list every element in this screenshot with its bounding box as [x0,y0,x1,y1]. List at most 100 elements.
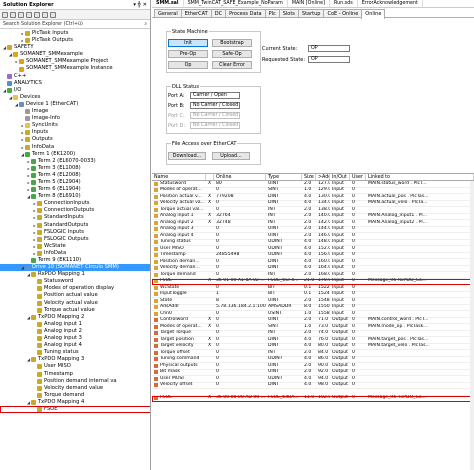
tree-item[interactable]: ▸ Term 3 (EL1008) [0,165,150,172]
device-tab[interactable]: General [154,9,182,17]
tree-item[interactable]: Term 9 (EK1110) [0,257,150,264]
tree-item[interactable]: ◢ Device 1 (EtherCAT) [0,101,150,108]
tree-item[interactable]: ▸ ConnectionOutputs [0,207,150,214]
tree-item[interactable]: ▸ InfoData [0,144,150,151]
column-header[interactable] [206,174,214,180]
tree-item[interactable]: ◢ TxPDO Mapping 3 [0,356,150,363]
tree-item[interactable]: Statusword [0,278,150,285]
document-tab[interactable]: Run.sds [330,0,358,7]
column-header[interactable]: Online [214,174,266,180]
tree-item[interactable]: Analog input 1 [0,321,150,328]
tree-item[interactable]: ▸ Outputs [0,136,150,143]
search-icon[interactable]: ⌕ [144,21,147,27]
tree-item[interactable]: Tuning status [0,349,150,356]
device-tab[interactable]: CoE - Online [323,9,363,17]
document-tab[interactable]: MAIN [Online] [288,0,331,7]
table-row[interactable]: FSOE X 36 00 00 00 AD 00 ... FSOE_64BA... 11… [152,395,474,402]
safe-op-button[interactable]: Safe-Op [212,50,252,58]
tree-item[interactable]: Position demand internal va [0,378,150,385]
explorer-title-controls[interactable]: ▾ ╬ ✕ [133,2,147,8]
tree-item[interactable]: Timestamp [0,371,150,378]
pre-op-button[interactable]: Pre-Op [168,50,208,58]
device-tab[interactable]: Startup [297,9,325,17]
tree-item[interactable]: Modes of operation display [0,285,150,292]
tree-item[interactable]: ◢ SAFETY [0,44,150,51]
tree-item[interactable]: Analog input 4 [0,342,150,349]
tree-item[interactable]: Image-Info [0,115,150,122]
tree-item[interactable]: ▸ PlcTask Inputs [0,30,150,37]
column-header[interactable]: User ID [350,174,366,180]
tree-item[interactable]: ◢ Devices [0,94,150,101]
device-tab[interactable]: EtherCAT [180,9,212,17]
tree-item[interactable]: FSOE [0,405,150,414]
tree-item[interactable]: ▸ SyncUnits [0,122,150,129]
column-header[interactable]: Type [266,174,302,180]
tree-item[interactable]: Torque demand [0,392,150,399]
bootstrap-button[interactable]: Bootstrap [212,39,252,47]
tree-item[interactable]: ▸ FSLOGIC Inputs [0,229,150,236]
tree-item[interactable]: ANALYTICS [0,80,150,87]
tree-item[interactable]: User MISO [0,363,150,370]
tree-item[interactable]: Analog input 2 [0,328,150,335]
document-tab[interactable]: SMM.sal [152,0,184,7]
tree-item[interactable]: Torque actual value [0,307,150,314]
tree-item[interactable]: ◢ Term 8 (EL6910) [0,193,150,200]
collapse-all-icon[interactable] [34,11,40,18]
column-header[interactable]: Name [152,174,206,180]
home-icon[interactable] [18,11,24,18]
op-button[interactable]: Op [168,61,208,69]
device-tab[interactable]: Slots [278,9,299,17]
tree-item[interactable]: ◢ RxPDO Mapping 1 [0,271,150,278]
tree-item[interactable]: Position actual value [0,292,150,299]
device-tab[interactable]: DC [210,9,227,17]
tree-item[interactable]: ▸ Term 6 (EL1904) [0,186,150,193]
tree-item[interactable]: ▸ FSLOGIC Outputs [0,236,150,243]
tree-item[interactable]: C++ [0,73,150,80]
tree-item[interactable]: Velocity actual value [0,300,150,307]
tree-item[interactable]: ◢ I/O [0,87,150,94]
tree-item[interactable]: ▸ StandardInputs [0,214,150,221]
document-tab[interactable]: SMM_TwinCAT_SAFE_Example_NoParam [184,0,288,7]
column-header[interactable]: In/Out [330,174,350,180]
properties-icon[interactable] [42,11,48,18]
settings-icon[interactable] [50,11,56,18]
tree-item[interactable]: ▸ Inputs [0,129,150,136]
init-button[interactable]: Init [168,39,208,47]
tree-item[interactable]: ▸ Term 5 (EL2904) [0,179,150,186]
grid-scrollbar[interactable] [470,181,474,470]
explorer-search[interactable]: Search Solution Explorer (Ctrl+ü) ⌕ [0,20,150,29]
tree-item[interactable]: ▸ InfoData [0,250,150,257]
document-tab[interactable]: ErrorAcknowledgement [358,0,423,7]
back-icon[interactable] [2,11,8,18]
column-header[interactable]: >Addr... [316,174,330,180]
tree-item[interactable]: ◢ TxPDO Mapping 2 [0,314,150,321]
forward-icon[interactable] [10,11,16,18]
tree-item[interactable]: ▸ ConnectionInputs [0,200,150,207]
clear-error-button[interactable]: Clear Error [212,61,252,69]
tree-item[interactable]: Velocity demand value [0,385,150,392]
search-input[interactable]: Search Solution Explorer (Ctrl+ü) [3,22,83,27]
device-tab[interactable]: Plc [264,9,280,17]
device-tab[interactable]: Online [361,9,386,19]
sync-icon[interactable] [26,11,32,18]
column-header[interactable]: Linked to [366,174,474,180]
tree-item[interactable]: ▸ PlcTask Outputs [0,37,150,44]
column-header[interactable]: Size [302,174,316,180]
tree-node-icon [31,180,36,186]
tree-item[interactable]: ◢ Term 1 (EK1200) [0,151,150,158]
tree-item[interactable]: ◢ Drive 10 (SOMANET Circulo SMM) [0,264,150,272]
tree-item[interactable]: ▸ Term 4 (EL2008) [0,172,150,179]
tree-item[interactable]: ▸ Term 2 (EL6070-0033) [0,158,150,165]
tree-item[interactable]: ▸ SOMANET_SMMexample Project [0,58,150,65]
tree-item-label: ConnectionInputs [44,200,90,207]
tree-item[interactable]: SOMANET_SMMexample Instance [0,65,150,72]
download-button[interactable]: Download... [168,152,206,160]
device-tab[interactable]: Process Data [225,9,266,17]
tree-item[interactable]: ◢ SOMANET_SMMexample [0,51,150,58]
tree-item[interactable]: Image [0,108,150,115]
upload-button[interactable]: Upload... [212,152,250,160]
tree-item[interactable]: ▸ StandardOutputs [0,222,150,229]
tree-item[interactable]: ◢ TxPDO Mapping 4 [0,399,150,406]
tree-item[interactable]: Analog input 3 [0,335,150,342]
tree-item[interactable]: ▸ WcState [0,243,150,250]
